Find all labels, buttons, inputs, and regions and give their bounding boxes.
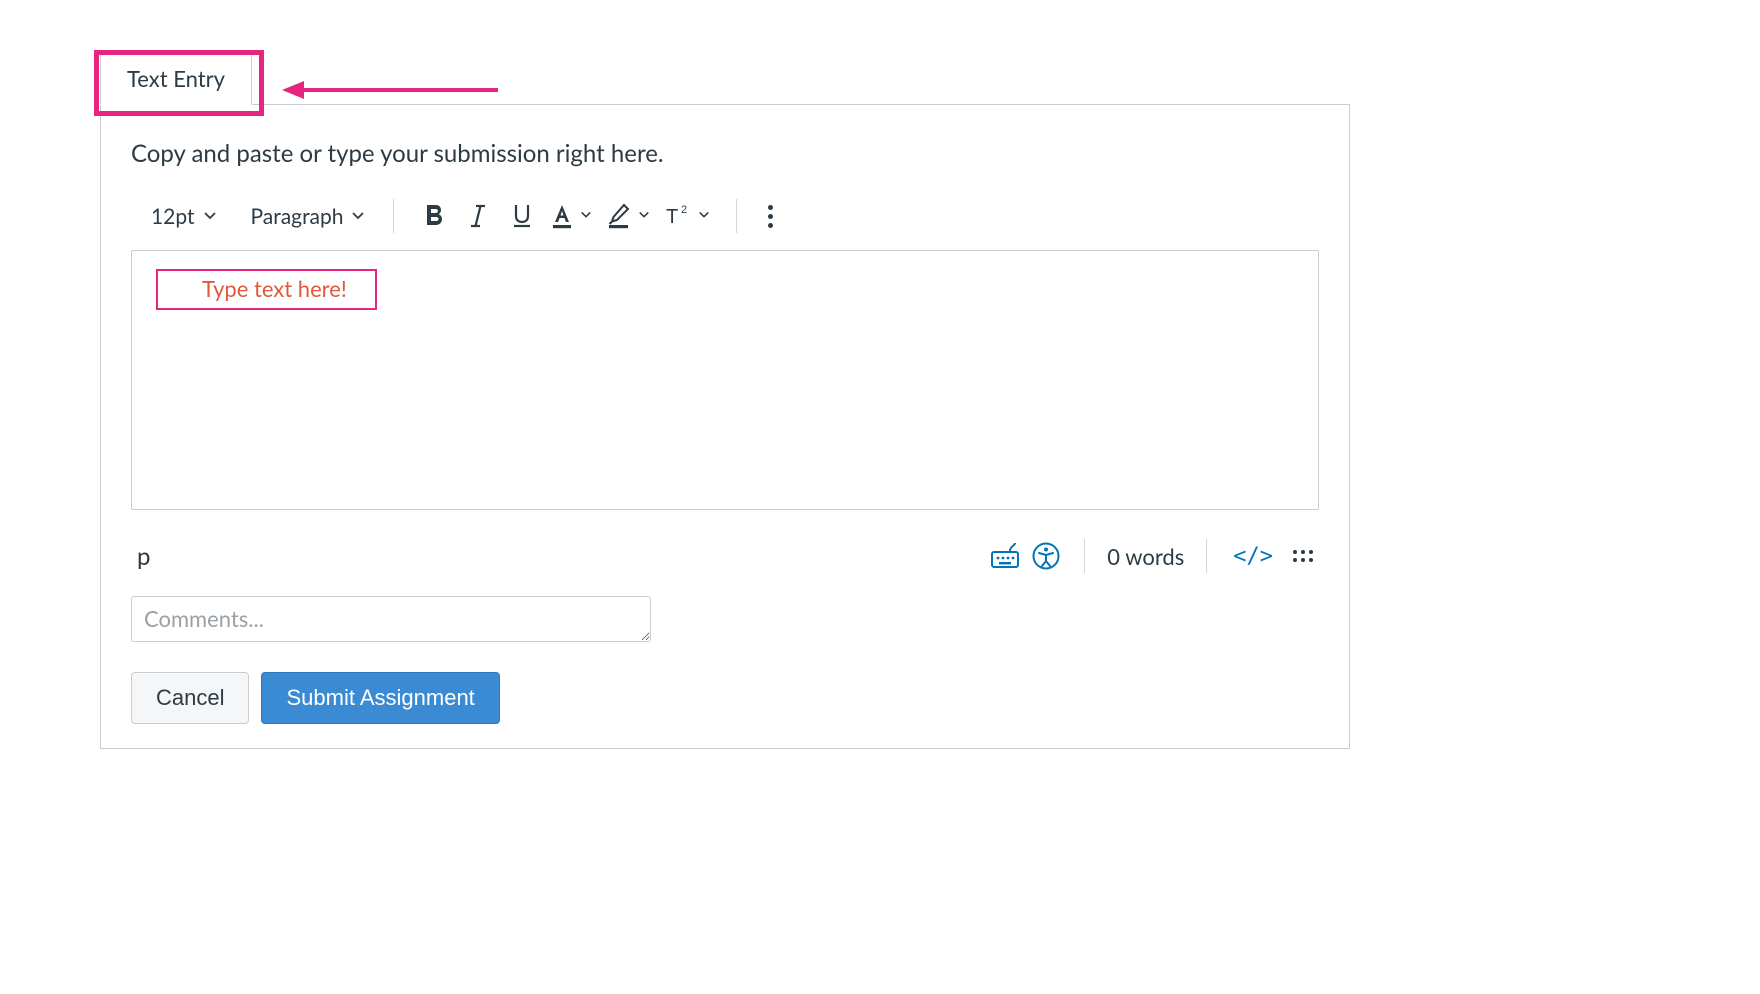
chevron-down-icon (580, 209, 594, 223)
word-count: 0 words (1103, 543, 1188, 570)
block-format-value: Paragraph (251, 204, 344, 229)
chevron-down-icon (203, 209, 217, 223)
highlight-icon (606, 203, 632, 229)
text-color-icon (550, 203, 574, 229)
annotation-type-here-text: Type text here! (202, 275, 347, 302)
accessibility-checker-button[interactable] (1026, 536, 1066, 576)
annotation-type-here: Type text here! (156, 269, 377, 310)
highlight-color-button[interactable] (600, 196, 658, 236)
chevron-down-icon (638, 209, 652, 223)
submit-assignment-button[interactable]: Submit Assignment (261, 672, 499, 724)
button-row: Cancel Submit Assignment (131, 672, 1319, 724)
dot-icon (768, 223, 773, 228)
bold-button[interactable] (412, 196, 456, 236)
chevron-down-icon (351, 209, 365, 223)
more-options-button[interactable] (755, 205, 785, 228)
footer-separator (1206, 539, 1207, 573)
dot-icon (768, 205, 773, 210)
rich-text-editor[interactable]: Type text here! (131, 250, 1319, 510)
svg-text:2: 2 (681, 204, 687, 216)
dot-icon (768, 214, 773, 219)
font-size-value: 12pt (151, 204, 195, 229)
submission-panel: Copy and paste or type your submission r… (100, 104, 1350, 749)
tab-label: Text Entry (127, 65, 225, 92)
annotation-arrow (280, 78, 500, 98)
comments-input[interactable] (131, 596, 651, 642)
resize-handle[interactable] (1291, 544, 1315, 568)
keyboard-icon (990, 542, 1022, 570)
toolbar-separator (736, 199, 737, 233)
tab-text-entry[interactable]: Text Entry (100, 52, 252, 105)
cancel-button[interactable]: Cancel (131, 672, 249, 724)
font-size-dropdown[interactable]: 12pt (141, 198, 227, 235)
underline-icon (510, 203, 534, 229)
element-path[interactable]: p (137, 542, 150, 571)
chevron-down-icon (698, 209, 712, 223)
superscript-button[interactable]: T 2 (658, 196, 718, 236)
superscript-icon: T 2 (664, 203, 692, 229)
bold-icon (422, 203, 446, 229)
italic-button[interactable] (456, 196, 500, 236)
text-color-button[interactable] (544, 196, 600, 236)
html-view-button[interactable]: </> (1225, 544, 1281, 569)
footer-separator (1084, 539, 1085, 573)
svg-text:T: T (666, 206, 678, 228)
instruction-text: Copy and paste or type your submission r… (131, 139, 1319, 168)
underline-button[interactable] (500, 196, 544, 236)
keyboard-shortcuts-button[interactable] (986, 536, 1026, 576)
block-format-dropdown[interactable]: Paragraph (241, 198, 376, 235)
editor-toolbar: 12pt Paragraph (131, 192, 1319, 250)
toolbar-separator (393, 199, 394, 233)
italic-icon (467, 203, 489, 229)
editor-footer: p 0 w (131, 510, 1319, 596)
accessibility-icon (1031, 541, 1061, 571)
